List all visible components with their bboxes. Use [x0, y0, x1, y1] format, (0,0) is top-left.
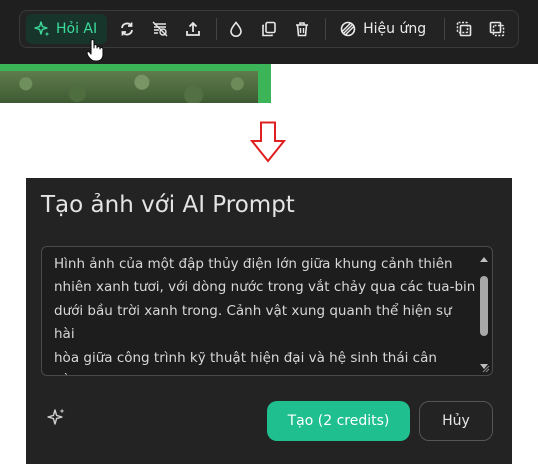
prompt-scrollbar[interactable] — [479, 257, 489, 369]
bring-forward-icon — [456, 21, 472, 37]
drop-icon — [230, 21, 242, 37]
duplicate-icon — [262, 21, 276, 37]
scroll-thumb[interactable] — [480, 276, 488, 336]
duplicate-button[interactable] — [256, 14, 282, 44]
ask-ai-label: Hỏi AI — [56, 21, 98, 37]
selected-image-border — [0, 64, 271, 103]
effects-label: Hiệu ứng — [363, 21, 427, 37]
trash-icon — [296, 22, 309, 37]
prompt-textarea[interactable]: Hình ảnh của một đập thủy điện lớn giữa … — [41, 246, 493, 376]
remove-background-icon — [152, 21, 168, 37]
effects-button[interactable]: Hiệu ứng — [332, 14, 434, 44]
sparkle-icon — [34, 21, 50, 37]
hand-cursor-icon — [86, 39, 104, 62]
replace-icon — [121, 22, 134, 36]
toolbar-divider — [216, 18, 218, 40]
scroll-up-arrow-icon[interactable] — [480, 257, 488, 262]
upload-button[interactable] — [180, 14, 206, 44]
replace-button[interactable] — [114, 14, 140, 44]
toolbar-divider — [444, 18, 446, 40]
down-arrow-icon — [250, 121, 286, 163]
upload-icon — [186, 21, 201, 36]
forest-image[interactable] — [0, 71, 258, 103]
create-button[interactable]: Tạo (2 credits) — [267, 401, 410, 441]
prompt-text: Hình ảnh của một đập thủy điện lớn giữa … — [54, 256, 476, 375]
effects-icon — [340, 21, 356, 37]
cancel-button[interactable]: Hủy — [419, 401, 493, 441]
toolbar-divider — [325, 18, 327, 40]
ai-prompt-dialog: Tạo ảnh với AI Prompt Hình ảnh của một đ… — [26, 178, 512, 464]
delete-button[interactable] — [289, 14, 315, 44]
transparency-button[interactable] — [223, 14, 249, 44]
editor-toolbar-area: Hỏi AI Hiệu ứng — [0, 0, 538, 64]
dialog-title: Tạo ảnh với AI Prompt — [41, 192, 295, 218]
bring-forward-button[interactable] — [451, 14, 477, 44]
send-backward-button[interactable] — [484, 14, 510, 44]
ai-suggest-sparkle-icon[interactable] — [47, 407, 67, 427]
send-backward-icon — [489, 21, 505, 37]
resize-grip-icon[interactable] — [481, 364, 490, 373]
remove-background-button[interactable] — [147, 14, 173, 44]
